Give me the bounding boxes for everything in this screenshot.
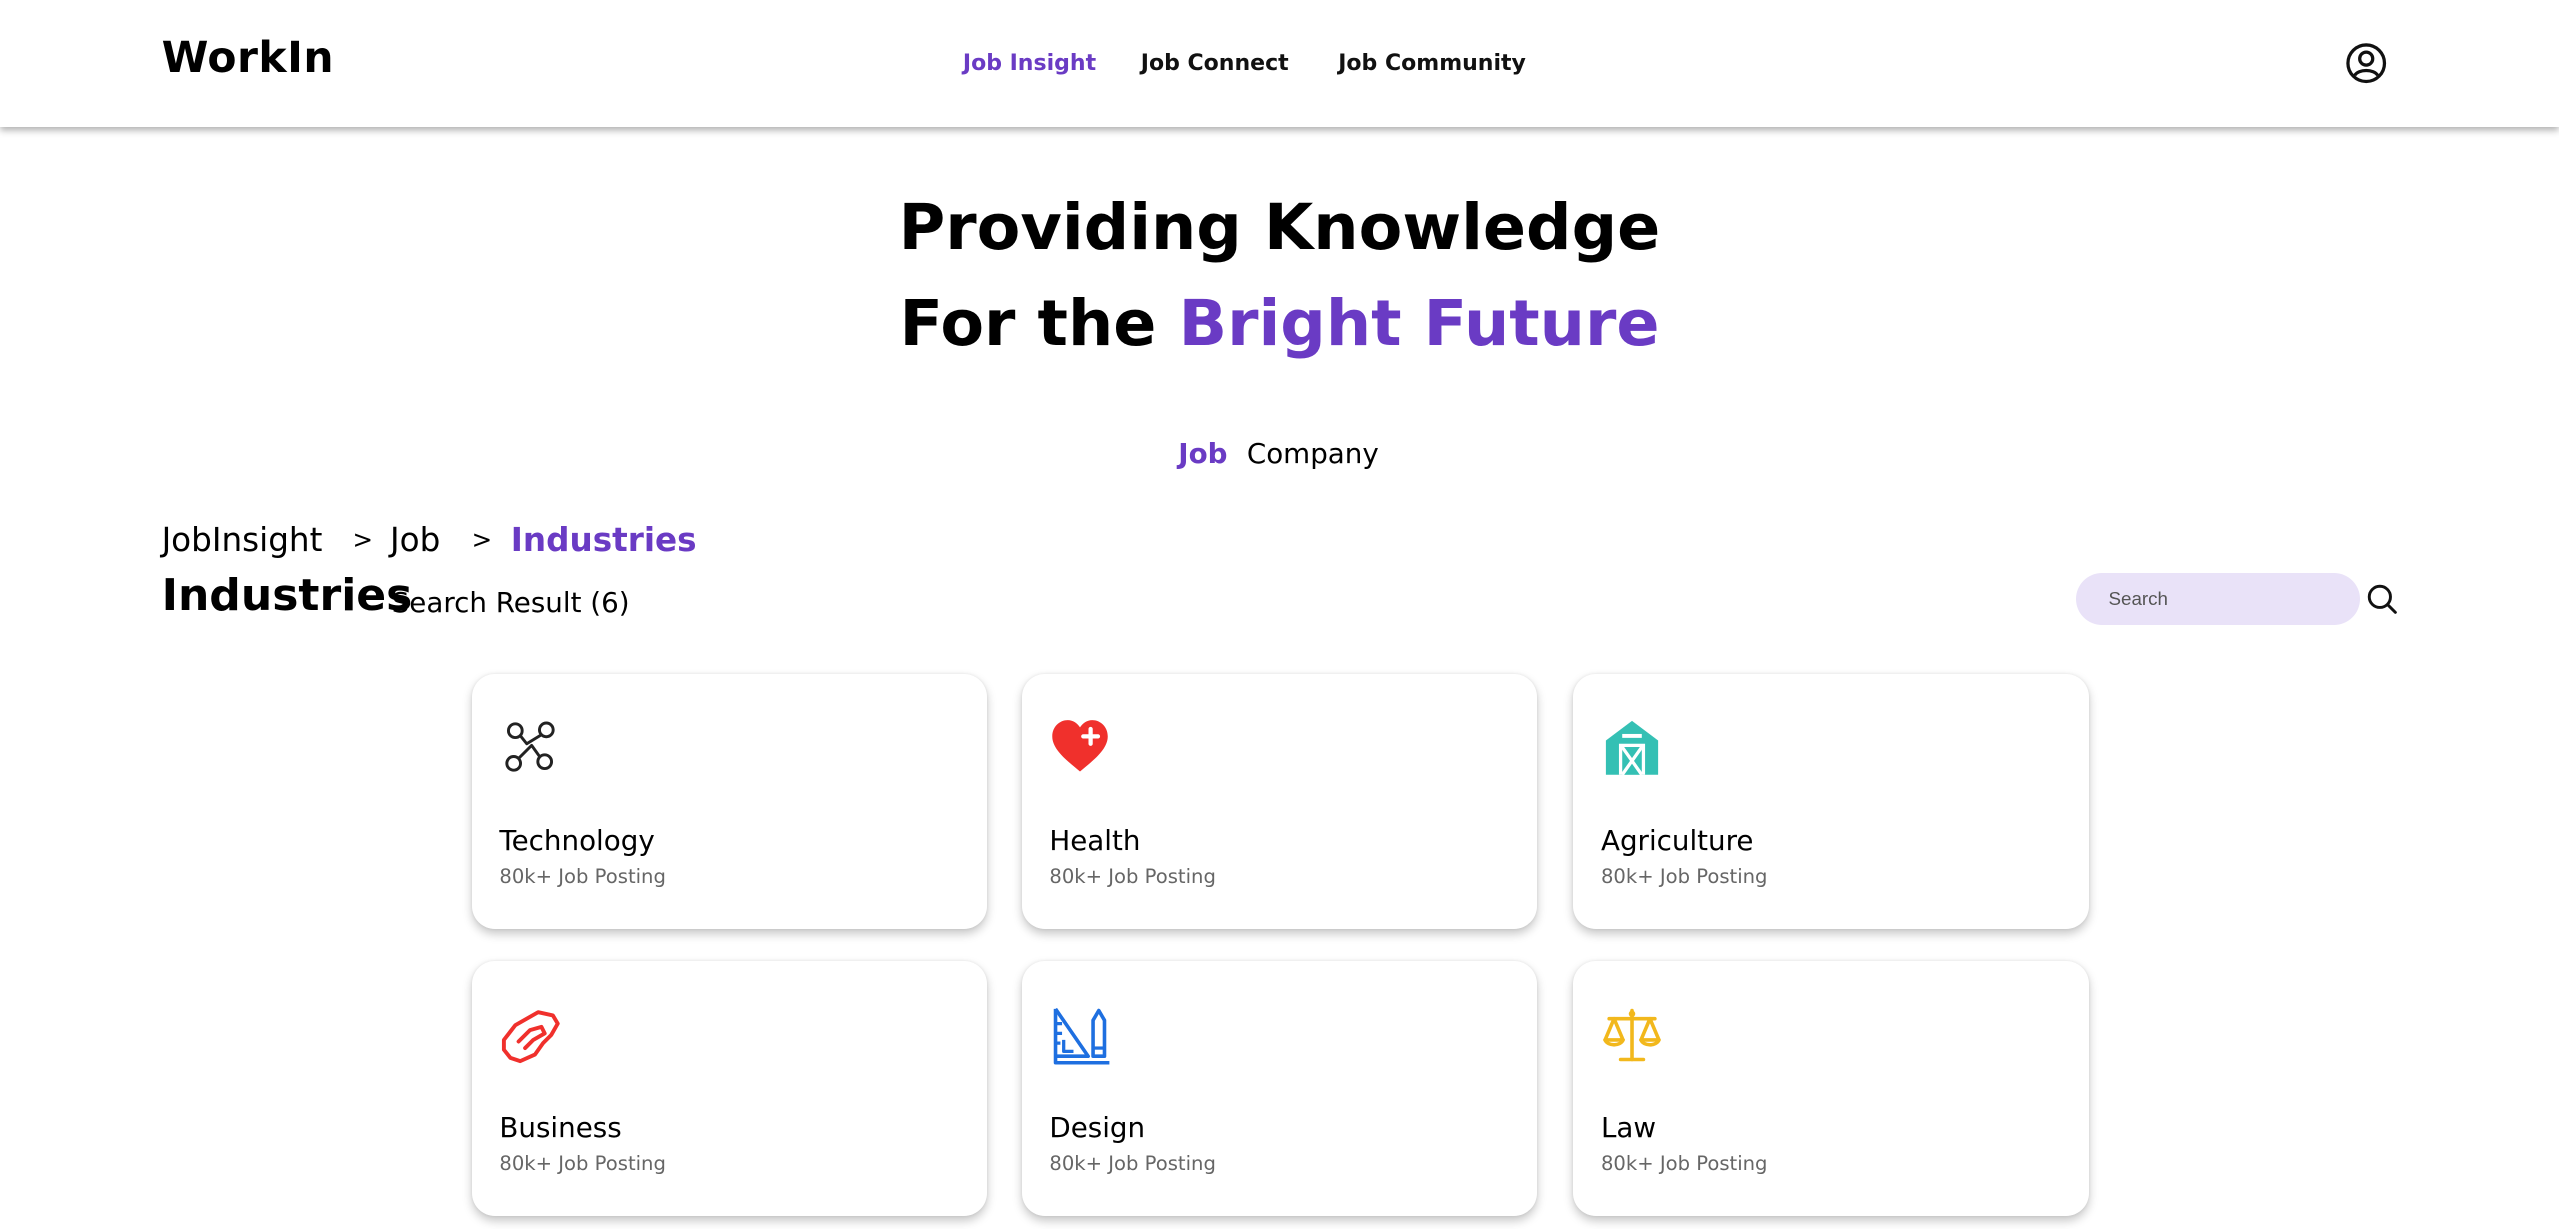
industry-name: Health: [1049, 824, 1141, 858]
industry-postings: 80k+ Job Posting: [1600, 1152, 1768, 1176]
scale-icon: [1603, 1008, 1661, 1061]
industry-name: Agriculture: [1600, 824, 1754, 858]
industry-name: Law: [1600, 1111, 1657, 1145]
route-icon: [505, 721, 556, 773]
hero-accent: Bright Future: [1178, 287, 1660, 362]
tab-job[interactable]: Job: [1178, 437, 1227, 470]
handshake-icon: [502, 1009, 561, 1063]
tab-company[interactable]: Company: [1247, 437, 1379, 470]
search-input[interactable]: [2075, 572, 2360, 626]
industry-name: Business: [499, 1111, 622, 1145]
industry-postings: 80k+ Job Posting: [1600, 864, 1768, 888]
industry-postings: 80k+ Job Posting: [1049, 864, 1216, 888]
breadcrumb-separator: >: [471, 525, 493, 555]
industry-card-health[interactable]: Health 80k+ Job Posting: [1021, 674, 1538, 929]
top-navbar: WorkIn Job Insight Job Connect Job Commu…: [0, 0, 2559, 128]
hero-heading-line-2: For the Bright Future: [0, 287, 2559, 361]
nav-link-job-community[interactable]: Job Community: [1338, 51, 1526, 76]
industry-name: Design: [1049, 1111, 1146, 1145]
industry-card-agriculture[interactable]: Agriculture 80k+ Job Posting: [1573, 674, 2089, 929]
industry-postings: 80k+ Job Posting: [1049, 1152, 1216, 1176]
industry-card-business[interactable]: Business 80k+ Job Posting: [471, 961, 988, 1216]
heart-plus-icon: [1052, 720, 1109, 772]
breadcrumb-industries: Industries: [510, 520, 697, 559]
hero-prefix: For the: [899, 287, 1157, 362]
nav-link-job-connect[interactable]: Job Connect: [1141, 51, 1289, 76]
breadcrumb-separator: >: [352, 525, 374, 555]
main-nav: Job Insight Job Connect Job Community: [0, 51, 2559, 84]
breadcrumb-jobinsight[interactable]: JobInsight: [162, 521, 323, 559]
search-icon[interactable]: [2366, 583, 2399, 616]
industry-postings: 80k+ Job Posting: [499, 1152, 666, 1176]
hero-heading-line-1: Providing Knowledge: [898, 190, 1661, 265]
ruler-pencil-icon: [1054, 1007, 1110, 1065]
breadcrumb-job[interactable]: Job: [390, 521, 440, 559]
page-title: Industries: [161, 569, 413, 621]
user-account-icon[interactable]: [2345, 42, 2387, 84]
industry-name: Technology: [499, 824, 655, 858]
industry-card-law[interactable]: Law 80k+ Job Posting: [1573, 961, 2089, 1216]
barn-icon: [1605, 721, 1659, 777]
industry-card-design[interactable]: Design 80k+ Job Posting: [1021, 961, 1538, 1216]
nav-link-job-insight[interactable]: Job Insight: [963, 51, 1096, 76]
industry-card-technology[interactable]: Technology 80k+ Job Posting: [471, 674, 988, 929]
search-result-count: Search Result (6): [391, 585, 630, 619]
industry-postings: 80k+ Job Posting: [499, 864, 666, 888]
